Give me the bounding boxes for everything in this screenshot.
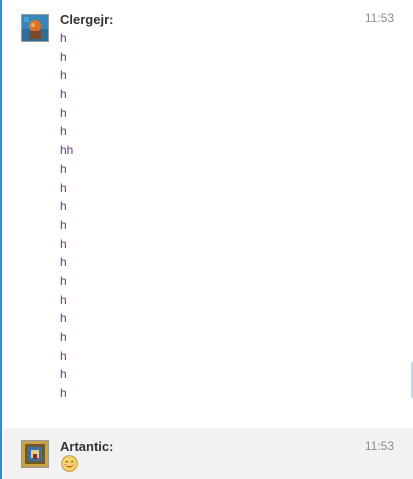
message-line: h: [60, 124, 67, 139]
avatar[interactable]: [21, 440, 49, 468]
chat-log: Clergejr: 11:53 h h h h h h hh h h h h h…: [0, 0, 413, 479]
message-line: h: [60, 348, 67, 363]
message-author[interactable]: Artantic:: [60, 439, 113, 454]
message-line: h: [60, 330, 67, 344]
message-timestamp: 11:53: [364, 11, 394, 25]
message-body: h h h h h h hh h h h h h h h h h h h h h: [60, 29, 73, 403]
message-line: h: [60, 367, 67, 382]
message-line: h: [60, 31, 67, 45]
message-line: h: [60, 105, 67, 120]
avatar-image: [22, 15, 48, 41]
message-line: h: [60, 386, 67, 401]
message-line: h: [60, 217, 67, 232]
chat-message: Clergejr: 11:53 h h h h h h hh h h h h h…: [4, 0, 413, 418]
message-timestamp: 11:53: [364, 439, 394, 453]
message-author[interactable]: Clergejr:: [60, 12, 113, 27]
message-line: h: [60, 236, 67, 251]
message-line: h: [60, 199, 67, 214]
avatar-image: [22, 441, 48, 467]
message-line: h: [60, 180, 67, 195]
smiling-blush-emoji-icon: [61, 455, 78, 472]
message-line: h: [60, 311, 67, 326]
message-line: h: [60, 273, 67, 288]
message-line: h: [60, 292, 67, 307]
avatar[interactable]: [21, 14, 49, 42]
message-line: hh: [60, 143, 74, 158]
chat-message: Artantic: 11:53: [4, 428, 413, 479]
message-line: h: [60, 161, 67, 176]
message-line: h: [60, 68, 67, 83]
message-line: h: [60, 87, 67, 102]
message-line: h: [60, 49, 67, 64]
message-line: h: [60, 255, 67, 270]
